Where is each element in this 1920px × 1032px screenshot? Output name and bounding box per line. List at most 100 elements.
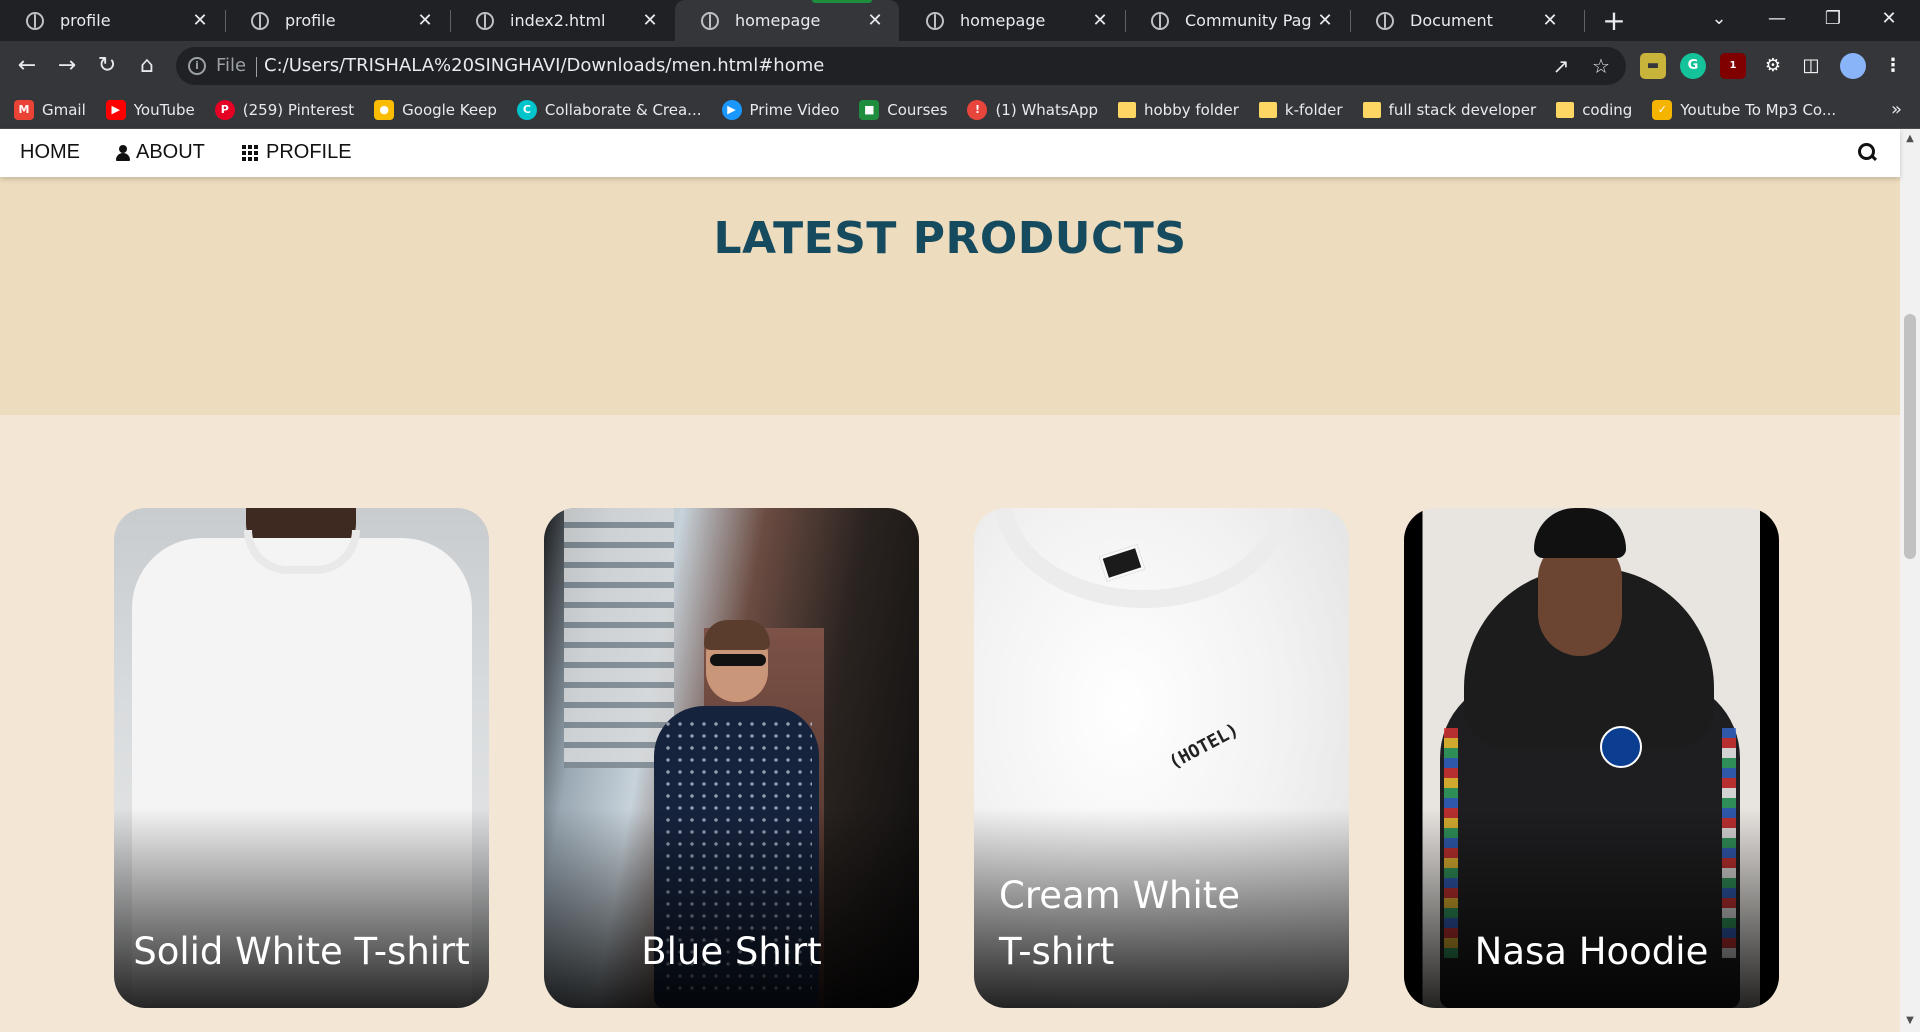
bookmark-gmail[interactable]: M Gmail [14,99,86,120]
bookmark-label: YouTube [133,100,195,119]
tab-title: homepage [960,11,1046,30]
tab-homepage[interactable]: homepage ✕ [900,0,1124,41]
bookmark-k-folder[interactable]: k-folder [1258,101,1343,119]
close-icon[interactable]: ✕ [636,10,664,31]
close-icon[interactable]: ✕ [411,10,439,31]
product-image-part [704,620,770,650]
home-icon: ⌂ [140,53,154,78]
arrow-left-icon: ← [17,53,37,78]
bookmark-whatsapp[interactable]: ! (1) WhatsApp [967,99,1098,120]
tab-homepage-active[interactable]: homepage ✕ [675,0,899,41]
bookmarks-overflow-button[interactable]: » [1891,99,1902,120]
tab-title: index2.html [510,11,606,30]
product-name: Solid White T-shirt [133,930,470,973]
chevron-down-icon: ⌄ [1711,8,1727,29]
globe-icon [251,11,269,30]
close-window-button[interactable]: ✕ [1866,0,1912,41]
new-tab-button[interactable]: + [1597,4,1631,38]
bookmark-prime-video[interactable]: ▶ Prime Video [721,99,839,120]
bookmark-hobby-folder[interactable]: hobby folder [1118,101,1239,119]
tab-title: profile [60,11,111,30]
extension-icon[interactable]: ▬ [1640,53,1666,79]
grid-icon [242,144,260,161]
user-icon [116,144,130,161]
bookmark-google-keep[interactable]: ● Google Keep [374,99,497,120]
bookmark-youtube-to-mp3[interactable]: ✓ Youtube To Mp3 Co... [1652,99,1836,120]
whatsapp-icon: ! [967,99,988,120]
side-panel-icon[interactable]: ◫ [1798,53,1824,79]
keep-icon: ● [374,99,395,120]
bookmark-label: Collaborate & Crea... [544,100,702,119]
bookmark-label: Google Keep [402,100,497,119]
tab-loading-indicator [812,0,872,3]
bookmark-label: full stack developer [1388,100,1537,119]
nav-profile-link[interactable]: PROFILE [242,141,352,164]
home-button[interactable]: ⌂ [130,49,164,83]
product-card-cream-white-tshirt[interactable]: (HOTEL) Cream White T-shirt [974,508,1349,1008]
nav-home-link[interactable]: HOME [20,141,80,164]
page-scrollbar[interactable]: ▲ ▼ [1900,129,1920,1032]
scroll-down-icon[interactable]: ▼ [1904,1015,1916,1027]
minimize-icon: — [1768,8,1786,29]
reload-icon: ↻ [97,53,117,78]
puzzle-icon[interactable]: ⚙ [1760,53,1786,79]
nav-about-label: ABOUT [136,141,205,163]
grammarly-icon[interactable]: G [1680,53,1706,79]
browser-toolbar: ← → ↻ ⌂ i File C:/Users/TRISHALA%20SINGH… [0,41,1920,91]
latest-products-banner: LATEST PRODUCTS [0,177,1900,415]
close-icon[interactable]: ✕ [861,10,889,31]
tab-title: homepage [735,11,821,30]
site-navbar: HOME ABOUT PROFILE [0,129,1900,177]
bookmark-youtube[interactable]: ▶ YouTube [105,99,195,120]
back-button[interactable]: ← [10,49,44,83]
restore-button[interactable]: ❐ [1810,0,1856,41]
prime-video-icon: ▶ [721,99,742,120]
close-icon[interactable]: ✕ [1311,10,1339,31]
tab-profile-1[interactable]: profile ✕ [0,0,224,41]
scroll-up-icon[interactable]: ▲ [1904,133,1916,145]
search-icon[interactable] [1858,143,1876,161]
url-text[interactable]: C:/Users/TRISHALA%20SINGHAVI/Downloads/m… [264,55,824,76]
ublock-icon[interactable]: 1 [1720,53,1746,79]
canva-icon: C [516,99,537,120]
bookmark-label: (1) WhatsApp [995,100,1098,119]
product-card-solid-white-tshirt[interactable]: Solid White T-shirt [114,508,489,1008]
converter-icon: ✓ [1652,99,1673,120]
globe-icon [26,11,44,30]
bookmark-coding[interactable]: coding [1556,101,1632,119]
product-image-part [1534,508,1626,558]
tab-index2[interactable]: index2.html ✕ [450,0,674,41]
tab-community-page[interactable]: Community Page ✕ [1125,0,1349,41]
bookmark-canva[interactable]: C Collaborate & Crea... [516,99,702,120]
info-icon[interactable]: i [188,57,206,75]
product-name: Cream White T-shirt [999,874,1241,973]
globe-icon [701,11,719,30]
bookmark-label: Gmail [42,100,86,119]
scrollbar-thumb[interactable] [1904,314,1916,559]
nav-about-link[interactable]: ABOUT [116,141,205,164]
product-card-blue-shirt[interactable]: Blue Shirt [544,508,919,1008]
product-card-nasa-hoodie[interactable]: Nasa Hoodie [1404,508,1779,1008]
close-icon[interactable]: ✕ [186,10,214,31]
profile-avatar[interactable] [1840,53,1866,79]
bookmark-full-stack-developer[interactable]: full stack developer [1362,100,1537,119]
globe-icon [476,11,494,30]
menu-icon[interactable]: ⋮ [1880,53,1906,79]
close-icon[interactable]: ✕ [1086,10,1114,31]
tab-document[interactable]: Document ✕ [1350,0,1574,41]
forward-button[interactable]: → [50,49,84,83]
bookmark-courses[interactable]: ■ Courses [859,99,947,120]
reload-button[interactable]: ↻ [90,49,124,83]
product-image-part [564,508,674,768]
pinterest-icon: P [214,99,235,120]
tab-profile-2[interactable]: profile ✕ [225,0,449,41]
star-icon[interactable]: ☆ [1590,55,1612,77]
tab-title: Document [1410,11,1493,30]
share-icon[interactable]: ↗ [1550,55,1572,77]
close-icon[interactable]: ✕ [1536,10,1564,31]
minimize-button[interactable]: — [1754,0,1800,41]
address-bar[interactable]: i File C:/Users/TRISHALA%20SINGHAVI/Down… [176,47,1626,85]
tab-search-button[interactable]: ⌄ [1696,0,1742,41]
bookmark-pinterest[interactable]: P (259) Pinterest [214,99,354,120]
folder-icon [1362,101,1381,118]
